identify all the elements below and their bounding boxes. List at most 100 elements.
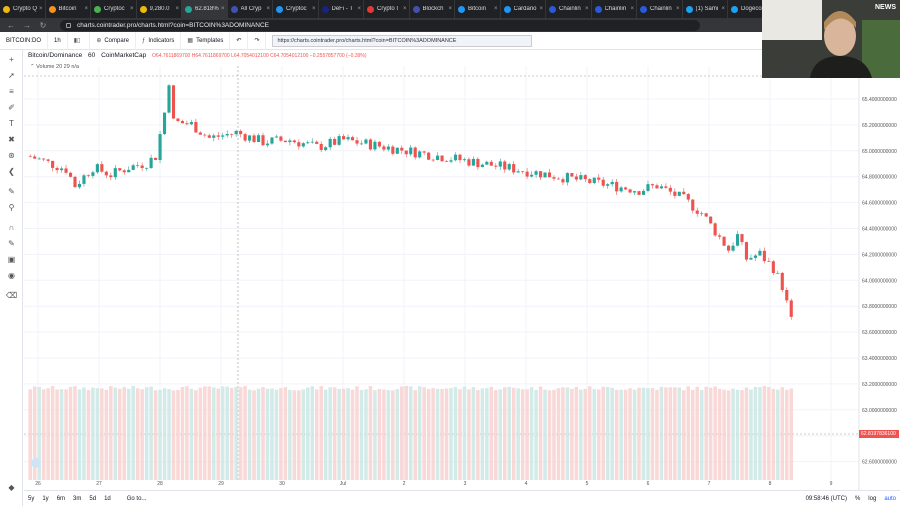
volume-bar: [758, 387, 762, 480]
browser-tab[interactable]: All Cryp ×: [228, 0, 273, 18]
range-button[interactable]: 1d: [100, 496, 115, 502]
candle-body: [762, 250, 766, 262]
goto-button[interactable]: Go to...: [123, 496, 151, 502]
compare-label: Compare: [104, 37, 130, 44]
tab-close-icon[interactable]: ×: [539, 6, 543, 12]
auto-toggle[interactable]: auto: [880, 496, 900, 502]
reload-icon[interactable]: ↻: [38, 21, 48, 30]
volume-bar: [211, 387, 216, 480]
x-tick-label: 8: [769, 481, 772, 487]
tab-close-icon[interactable]: ×: [630, 6, 634, 12]
volume-bar: [301, 389, 306, 480]
candle-body: [248, 135, 252, 141]
y-tick-label: 63.6000000000: [862, 330, 897, 336]
browser-tab[interactable]: Cardano ×: [501, 0, 546, 18]
volume-bar: [194, 390, 198, 480]
candle-body: [422, 151, 426, 153]
volume-bar: [471, 387, 476, 480]
brush-icon[interactable]: ✐: [5, 102, 18, 113]
lock-drawings-icon[interactable]: ▣: [5, 254, 18, 265]
browser-tab[interactable]: Cryptoc ×: [273, 0, 319, 18]
range-button[interactable]: 5d: [85, 496, 100, 502]
text-icon[interactable]: T: [5, 118, 18, 129]
redo-button[interactable]: ↷: [248, 31, 267, 50]
candle-body: [753, 255, 757, 258]
symbol-search[interactable]: BITCOIN:DO: [0, 31, 49, 50]
browser-tab[interactable]: Crypto Q ×: [0, 0, 46, 18]
projection-icon[interactable]: ⊛: [5, 150, 18, 161]
tab-close-icon[interactable]: ×: [84, 6, 88, 12]
tab-close-icon[interactable]: ×: [130, 6, 134, 12]
volume-bar: [673, 387, 677, 480]
back-icon[interactable]: ←: [6, 21, 16, 30]
url-field[interactable]: charts.cointrader.pro/charts.html?coin=B…: [60, 19, 700, 31]
tab-close-icon[interactable]: ×: [39, 6, 43, 12]
candle-body: [167, 85, 171, 113]
trendline-icon[interactable]: ➚: [5, 70, 18, 81]
browser-tab[interactable]: Chainlin ×: [546, 0, 592, 18]
indicators-button[interactable]: ƒ Indicators: [136, 31, 182, 50]
trash-icon[interactable]: ⌫: [5, 290, 18, 301]
browser-tab[interactable]: (1) Sami ×: [683, 0, 728, 18]
range-button[interactable]: 5y: [24, 496, 38, 502]
browser-tab[interactable]: Chainlin ×: [637, 0, 683, 18]
candle-body: [552, 177, 556, 179]
redo-icon: ↷: [254, 38, 260, 44]
candle-body: [418, 151, 422, 158]
chart-style-button[interactable]: ▮▯: [68, 31, 91, 50]
tab-close-icon[interactable]: ×: [312, 6, 316, 12]
ruler-icon[interactable]: ✎: [5, 186, 18, 197]
templates-button[interactable]: ▦ Templates: [181, 31, 231, 50]
stay-drawing-icon[interactable]: ✎: [5, 238, 18, 249]
percent-toggle[interactable]: %: [851, 496, 864, 502]
tab-close-icon[interactable]: ×: [357, 6, 361, 12]
browser-tab[interactable]: Cryptoc ×: [91, 0, 137, 18]
chart-url-field[interactable]: https://charts.cointrader.pro/charts.htm…: [272, 34, 533, 47]
tab-close-icon[interactable]: ×: [721, 6, 725, 12]
candle-body: [198, 132, 202, 135]
browser-tab[interactable]: Bitcoin ×: [455, 0, 501, 18]
candle-body: [400, 147, 404, 151]
range-button[interactable]: 3m: [69, 496, 85, 502]
price-chart[interactable]: 65.4000000000 65.2000000000 65.0000000000 6…: [24, 50, 900, 490]
range-button[interactable]: 1y: [38, 496, 52, 502]
candle-body: [588, 179, 592, 184]
tab-close-icon[interactable]: ×: [585, 6, 589, 12]
browser-tab[interactable]: Bitcoin ×: [46, 0, 91, 18]
volume-bar: [288, 389, 292, 480]
browser-tab[interactable]: Blockch ×: [410, 0, 455, 18]
collapse-icon[interactable]: ⌃: [30, 64, 35, 70]
range-button[interactable]: 6m: [53, 496, 69, 502]
tab-close-icon[interactable]: ×: [676, 6, 680, 12]
browser-tab[interactable]: Crypto I ×: [364, 0, 410, 18]
fib-icon[interactable]: ≡: [5, 86, 18, 97]
browser-tab[interactable]: DeFi - T ×: [319, 0, 364, 18]
candle-body: [677, 191, 681, 196]
log-toggle[interactable]: log: [864, 496, 880, 502]
tab-close-icon[interactable]: ×: [221, 6, 225, 12]
volume-bar: [113, 387, 118, 480]
tab-close-icon[interactable]: ×: [266, 6, 270, 12]
zoom-icon[interactable]: ⚲: [5, 202, 18, 213]
browser-tab[interactable]: 9,280.0 ×: [137, 0, 182, 18]
tab-close-icon[interactable]: ×: [494, 6, 498, 12]
interval-button[interactable]: 1h: [48, 31, 68, 50]
layers-icon[interactable]: ◆: [5, 482, 18, 493]
browser-tab[interactable]: Chainlin ×: [592, 0, 637, 18]
volume-bar: [144, 387, 149, 480]
candle-body: [216, 135, 220, 137]
eye-icon[interactable]: ◉: [5, 270, 18, 281]
forward-icon[interactable]: →: [22, 21, 32, 30]
tab-close-icon[interactable]: ×: [448, 6, 452, 12]
magnet-icon[interactable]: ∩: [5, 222, 18, 233]
browser-tab[interactable]: 62.818% ×: [182, 0, 228, 18]
arrow-back-icon[interactable]: ❮: [5, 166, 18, 177]
compare-button[interactable]: ⊕ Compare: [90, 31, 137, 50]
crosshair-icon[interactable]: +: [5, 54, 18, 65]
candle-body: [140, 165, 144, 169]
pattern-icon[interactable]: ✖: [5, 134, 18, 145]
undo-button[interactable]: ↶: [230, 31, 249, 50]
tab-close-icon[interactable]: ×: [403, 6, 407, 12]
volume-bar: [252, 390, 256, 480]
tab-close-icon[interactable]: ×: [175, 6, 179, 12]
